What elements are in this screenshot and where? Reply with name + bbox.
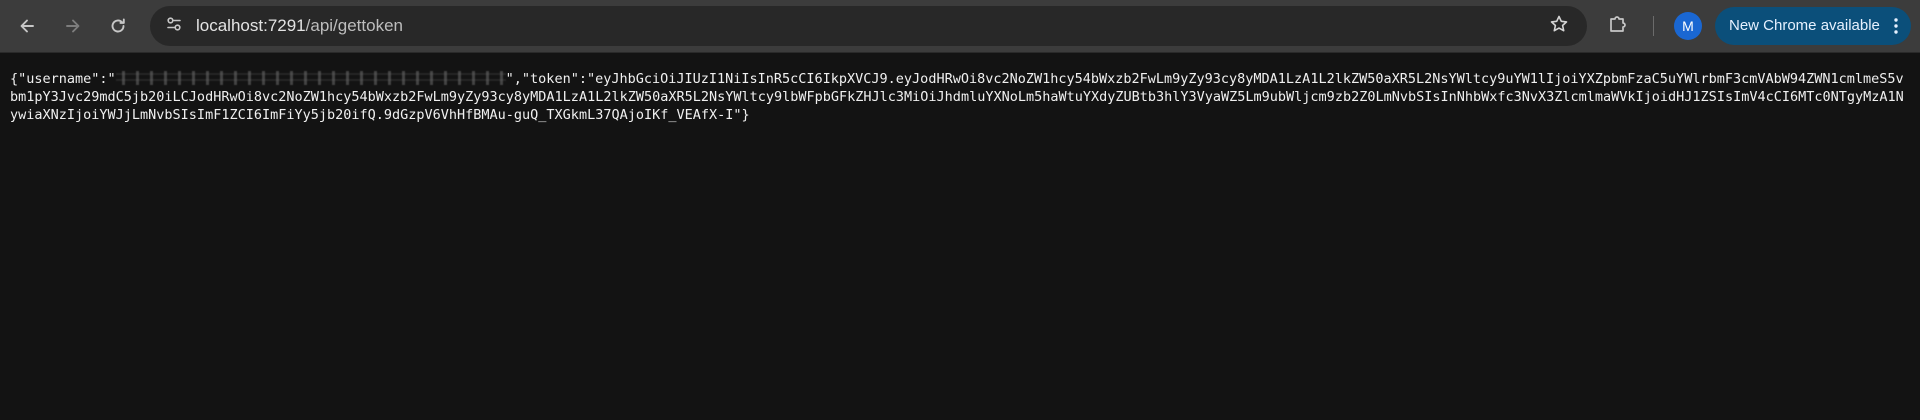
address-bar[interactable]: localhost:7291/api/gettoken: [150, 6, 1587, 46]
reload-button[interactable]: [100, 8, 136, 44]
forward-arrow-icon: [63, 16, 83, 36]
update-chip-label: New Chrome available: [1729, 17, 1880, 34]
back-arrow-icon: [17, 16, 37, 36]
reload-icon: [108, 16, 128, 36]
profile-avatar[interactable]: M: [1674, 12, 1702, 40]
url-host: localhost:7291: [196, 16, 306, 35]
redacted-username: [115, 71, 506, 85]
url-text[interactable]: localhost:7291/api/gettoken: [196, 6, 403, 46]
kebab-menu-icon[interactable]: [1893, 7, 1899, 45]
toolbar-divider: [1653, 16, 1654, 36]
extensions-button[interactable]: [1602, 10, 1634, 42]
forward-button[interactable]: [55, 8, 91, 44]
browser-toolbar: localhost:7291/api/gettoken M New Chrome…: [0, 0, 1920, 52]
back-button[interactable]: [9, 8, 45, 44]
site-info-button[interactable]: [158, 10, 190, 42]
url-path: /api/gettoken: [305, 16, 403, 35]
star-icon: [1549, 14, 1569, 39]
toolbar-separator: [0, 52, 1920, 53]
tune-icon: [164, 14, 184, 39]
bookmark-button[interactable]: [1545, 12, 1573, 40]
update-chrome-button[interactable]: New Chrome available: [1715, 7, 1911, 45]
json-response: {"username":" ","token":"eyJhbGciOiJIUzI1…: [10, 70, 1910, 124]
json-open: {"username":": [10, 71, 116, 87]
puzzle-icon: [1607, 13, 1629, 40]
json-close: "}: [733, 107, 750, 123]
json-middle: ","token":": [505, 71, 596, 87]
